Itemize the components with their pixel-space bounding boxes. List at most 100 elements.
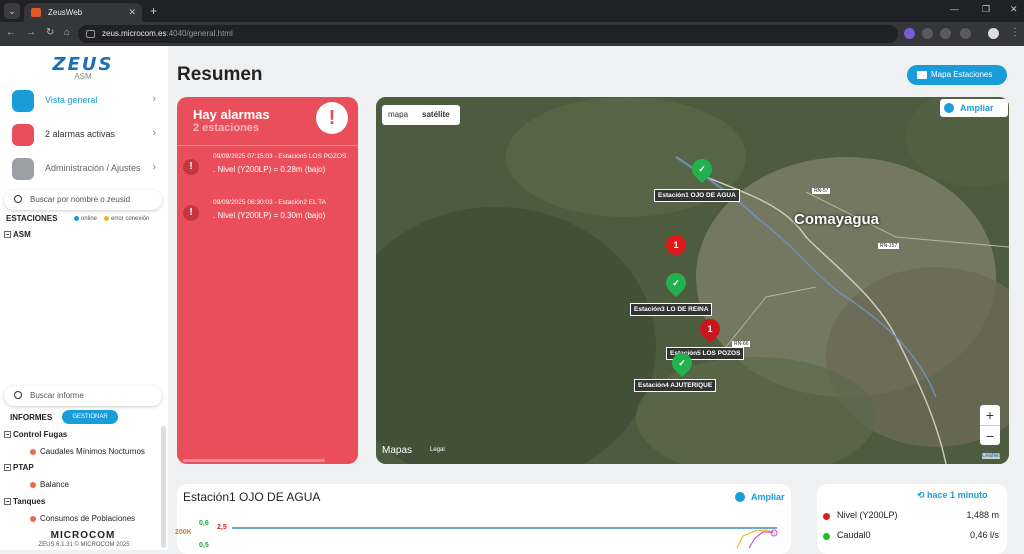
alarm-cluster-marker[interactable]: 1 [661, 230, 691, 260]
map-type-toggle[interactable]: mapa satélite [382, 105, 460, 125]
report-item[interactable]: Consumos de Poblaciones [30, 514, 135, 523]
report-dot-icon [30, 481, 36, 488]
microcom-logo: MICROCOM [50, 530, 116, 541]
close-tab-icon[interactable]: ✕ [128, 3, 136, 22]
history-icon: ⟲ [917, 490, 928, 500]
search-icon [14, 391, 22, 399]
metric-label: Nivel (Y200LP) [837, 510, 898, 520]
station-map[interactable]: mapa satélite Ampliar Comayagua RN-57 RN… [376, 97, 1009, 464]
reload-icon[interactable]: ↻ [46, 27, 54, 38]
map-ampliar-button[interactable]: Ampliar [940, 99, 1008, 117]
alarm-item[interactable]: ! 09/09/2025 06:30:03 - Estación2 EL TA … [177, 195, 358, 235]
menu-administracion[interactable]: Administración / Ajustes › [12, 158, 160, 182]
site-info-icon[interactable] [86, 30, 95, 38]
browser-tab[interactable]: ZeusWeb ✕ [24, 3, 142, 22]
tree-group[interactable]: Tanques [4, 497, 45, 506]
extension-icon[interactable] [940, 28, 951, 39]
zoom-out-button[interactable]: − [980, 425, 1000, 445]
station-search-input[interactable]: Buscar por nombre o zeusid [4, 190, 162, 210]
alarm-scrollbar[interactable] [183, 459, 325, 462]
footer-version: ZEUS 6.1.31 © MICROCOM 2025 [38, 542, 130, 548]
mapa-estaciones-button[interactable]: Mapa Estaciones [907, 65, 1007, 85]
station-label[interactable]: Estación3 LO DE REINA [630, 303, 713, 316]
back-icon[interactable]: ← [6, 27, 16, 38]
metric-row: Nivel (Y200LP) 1,488 m [823, 510, 999, 524]
browser-menu-icon[interactable]: ⋮ [1010, 27, 1020, 38]
profile-avatar[interactable] [988, 28, 999, 39]
extension-icon[interactable] [922, 28, 933, 39]
menu-label: Vista general [45, 95, 98, 105]
station-chart [232, 527, 778, 549]
legend-online: online [74, 216, 97, 222]
station-label[interactable]: Estación4 AJUTERIQUE [634, 379, 717, 392]
report-dot-icon [30, 448, 36, 455]
gestionar-button[interactable]: GESTIONAR [62, 410, 118, 424]
report-item[interactable]: Balance [30, 480, 69, 489]
tab-bar: ⌄ ZeusWeb ✕ + — ❐ ✕ [0, 0, 1024, 22]
station-marker-ok[interactable]: ✓ [661, 268, 691, 298]
alarm-title: Hay alarmas [193, 107, 270, 122]
zoom-in-button[interactable]: + [980, 405, 1000, 425]
alarm-item[interactable]: ! 09/09/2025 07:15:03 - Estación5 LOS PO… [177, 149, 358, 189]
alarm-header: 09/09/2025 07:15:03 - Estación5 LOS POZO… [213, 153, 347, 160]
new-tab-icon[interactable]: + [150, 3, 157, 19]
minimize-icon[interactable]: — [950, 4, 959, 14]
apple-maps-logo: Mapas [382, 445, 413, 456]
status-dot-icon [823, 533, 830, 540]
chevron-right-icon: › [152, 127, 156, 139]
station-marker-alarm[interactable]: 1 [695, 314, 725, 344]
alert-icon: ! [183, 205, 199, 221]
collapse-icon[interactable] [4, 498, 11, 506]
menu-label: Administración / Ajustes [45, 163, 141, 173]
satellite-imagery [376, 97, 1009, 464]
extension-icon[interactable] [904, 28, 915, 39]
arrow-right-circle-icon [944, 103, 954, 113]
url-path: :4040/general.html [166, 29, 233, 38]
collapse-icon[interactable] [4, 431, 11, 439]
alarm-header: 09/09/2025 06:30:03 - Estación2 EL TA [213, 199, 326, 206]
station-label[interactable]: Estación1 OJO DE AGUA [654, 189, 740, 202]
station-search-placeholder: Buscar por nombre o zeusid [30, 195, 131, 204]
search-icon [14, 195, 22, 203]
expand-icon[interactable] [4, 231, 11, 239]
road-label: RN-157 [878, 243, 900, 249]
alarm-subtitle: 2 estaciones [193, 122, 260, 134]
zoom-control: + − [980, 405, 1000, 445]
gears-icon [12, 158, 34, 180]
tree-node-asm[interactable]: ASM [4, 230, 31, 239]
chevron-right-icon: › [152, 93, 156, 105]
tab-satelite[interactable]: satélite [422, 105, 450, 125]
menu-vista-general[interactable]: Vista general › [12, 90, 160, 114]
tab-search-icon[interactable]: ⌄ [4, 3, 20, 19]
home-icon[interactable]: ⌂ [64, 27, 70, 38]
alarm-panel: Hay alarmas 2 estaciones ! ! 09/09/2025 … [177, 97, 358, 464]
sidebar-scrollbar[interactable] [161, 426, 166, 548]
forward-icon[interactable]: → [26, 27, 36, 38]
restore-icon[interactable]: ❐ [982, 4, 990, 15]
station-marker-ok[interactable]: ✓ [667, 348, 697, 378]
tree-group[interactable]: PTAP [4, 463, 34, 472]
monitor-icon [12, 90, 34, 112]
page-title: Resumen [177, 64, 263, 85]
menu-alarmas-activas[interactable]: 2 alarmas activas › [12, 124, 160, 148]
close-window-icon[interactable]: ✕ [1010, 4, 1018, 15]
station-marker-ok[interactable]: ✓ [687, 154, 717, 184]
tree-group[interactable]: Control Fugas [4, 430, 67, 439]
address-bar[interactable]: zeus.microcom.es:4040/general.html [78, 25, 898, 43]
report-item[interactable]: Caudales Mínimos Nocturnos [30, 447, 145, 456]
metric-row: Caudal0 0,46 l/s [823, 530, 999, 544]
logo-subtitle: ASM [74, 72, 92, 81]
exclamation-icon: ! [316, 102, 348, 134]
tab-mapa[interactable]: mapa [388, 105, 408, 125]
leaflet-attribution[interactable]: Leaflet [982, 453, 1001, 459]
sidebar: ZEUS ASM Vista general › 2 alarmas activ… [0, 46, 168, 550]
report-search-input[interactable]: Buscar informe [4, 386, 162, 406]
status-card: ⟲ hace 1 minuto Nivel (Y200LP) 1,488 m C… [817, 484, 1007, 554]
extensions-icon[interactable] [960, 28, 971, 39]
reports-title: INFORMES [10, 413, 53, 422]
browser-chrome: ⌄ ZeusWeb ✕ + — ❐ ✕ ← → ↻ ⌂ zeus.microco… [0, 0, 1024, 46]
nav-bar: ← → ↻ ⌂ zeus.microcom.es:4040/general.ht… [0, 22, 1024, 46]
bell-icon [12, 124, 34, 146]
collapse-icon[interactable] [4, 464, 11, 472]
legal-link[interactable]: Legal [430, 447, 445, 453]
